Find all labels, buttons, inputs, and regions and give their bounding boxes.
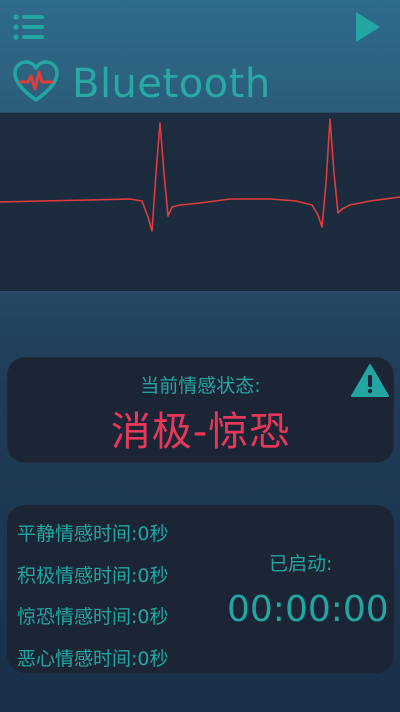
elapsed-timer: 00:00:00 bbox=[227, 589, 389, 630]
emotion-value: 消极-惊恐 bbox=[110, 409, 291, 455]
emotion-label: 当前情感状态: bbox=[140, 375, 261, 397]
status-label: 已启动: bbox=[269, 553, 333, 575]
top-bar bbox=[0, 0, 400, 56]
stat-disgust-time: 恶心情感时间:0秒 bbox=[17, 648, 169, 670]
menu-icon[interactable] bbox=[12, 12, 46, 42]
heart-pulse-icon bbox=[12, 60, 60, 104]
stat-calm-time: 平静情感时间:0秒 bbox=[17, 523, 169, 545]
title-row: Bluetooth bbox=[10, 56, 390, 116]
ecg-waveform bbox=[0, 118, 400, 232]
play-icon[interactable] bbox=[354, 10, 382, 44]
ecg-waveform-panel bbox=[0, 112, 400, 292]
emotion-stats-card: 平静情感时间:0秒 积极情感时间:0秒 惊恐情感时间:0秒 恶心情感时间:0秒 … bbox=[7, 505, 394, 673]
warning-icon[interactable] bbox=[350, 363, 390, 399]
stat-fear-time: 惊恐情感时间:0秒 bbox=[17, 606, 169, 628]
emotion-status-card: 当前情感状态: 消极-惊恐 bbox=[7, 357, 394, 463]
stat-positive-time: 积极情感时间:0秒 bbox=[17, 565, 169, 587]
app-title: Bluetooth bbox=[72, 61, 271, 107]
